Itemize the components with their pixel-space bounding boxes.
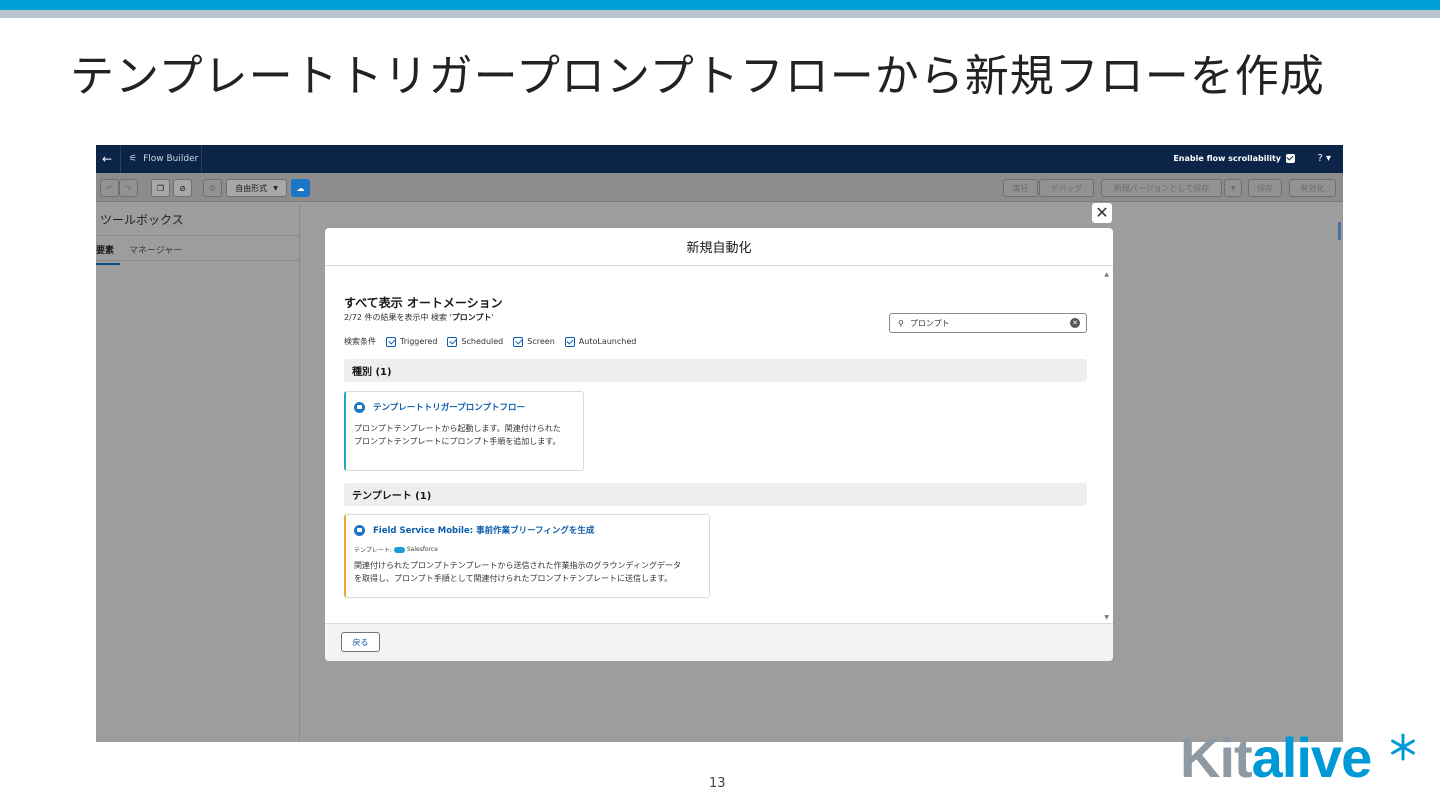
result-count: 2/72 件の結果を表示中 検索 'プロンプト': [344, 313, 494, 322]
logo-text: Kitalive: [1180, 726, 1372, 789]
scrollability-toggle[interactable]: Enable flow scrollability: [1173, 154, 1295, 163]
scrollability-checkbox[interactable]: [1286, 154, 1295, 163]
filter-row: 検索条件 Triggered Scheduled Screen AutoLaun…: [344, 336, 636, 347]
list-title: すべて表示 オートメーション: [344, 296, 503, 310]
disable-button[interactable]: ⊘: [173, 179, 192, 197]
copy-button[interactable]: ❐: [151, 179, 170, 197]
section-templates: テンプレート (1): [344, 483, 1087, 506]
app-header: ← ⚟ Flow Builder Enable flow scrollabili…: [96, 145, 1343, 173]
top-gray-band: [0, 10, 1440, 18]
run-button[interactable]: 実行: [1003, 179, 1038, 197]
new-automation-modal: 新規自動化 ▲ すべて表示 オートメーション 2/72 件の結果を表示中 検索 …: [325, 228, 1113, 661]
flow-type-icon: [354, 401, 365, 413]
toolbox-tabs: 要素 マネージャー: [96, 235, 300, 265]
settings-button[interactable]: ⚙: [203, 179, 222, 197]
back-button[interactable]: 戻る: [341, 632, 380, 652]
filter-autolaunched-checkbox[interactable]: [564, 336, 575, 347]
redo-button[interactable]: ↷: [119, 179, 138, 197]
back-arrow-icon[interactable]: ←: [102, 152, 112, 166]
canvas-view-button[interactable]: ☁: [291, 179, 310, 197]
help-icon[interactable]: ? ▾: [1317, 153, 1331, 164]
template-card-title[interactable]: Field Service Mobile: 事前作業ブリーフィングを生成: [354, 524, 594, 536]
undo-icon: ↶: [106, 183, 113, 193]
search-value: プロンプト: [909, 318, 950, 328]
type-card-title[interactable]: テンプレートトリガープロンプトフロー: [354, 401, 525, 413]
page-number: 13: [709, 776, 726, 791]
save-as-new-version-button[interactable]: 新規バージョンとして保存: [1101, 179, 1222, 197]
filter-screen-checkbox[interactable]: [513, 336, 524, 347]
type-card[interactable]: テンプレートトリガープロンプトフロー プロンプトテンプレートから起動します。関連…: [344, 391, 584, 471]
filter-scheduled-label: Scheduled: [461, 337, 504, 346]
toolbox-title: ツールボックス: [100, 213, 184, 227]
flow-icon: ⚟: [129, 154, 138, 164]
debug-button[interactable]: デバッグ: [1039, 179, 1094, 197]
template-card[interactable]: Field Service Mobile: 事前作業ブリーフィングを生成 テンプ…: [344, 514, 710, 598]
tab-manager[interactable]: マネージャー: [129, 243, 182, 256]
undo-button[interactable]: ↶: [100, 179, 119, 197]
template-source: テンプレート: Salesforce: [354, 546, 438, 554]
scrollability-label: Enable flow scrollability: [1173, 154, 1281, 163]
activate-button[interactable]: 有効化: [1289, 179, 1336, 197]
chevron-down-icon: ▼: [273, 184, 278, 192]
filter-label: 検索条件: [344, 337, 376, 346]
top-color-band: [0, 0, 1440, 10]
type-card-description: プロンプトテンプレートから起動します。関連付けられた プロンプトテンプレートにプ…: [354, 424, 561, 446]
toolbar: ↶ ↷ ❐ ⊘ ⚙ 自由形式 ▼ ☁ 実行 デバッグ 新規バージョンとして保存 …: [96, 173, 1343, 202]
filter-autolaunched-label: AutoLaunched: [578, 337, 637, 346]
scroll-up-icon[interactable]: ▲: [1104, 271, 1109, 278]
save-menu-button[interactable]: ▼: [1224, 179, 1242, 197]
clear-search-icon[interactable]: ✕: [1070, 318, 1080, 328]
app-tab[interactable]: ⚟ Flow Builder: [120, 145, 202, 173]
save-button[interactable]: 保存: [1248, 179, 1282, 197]
gear-icon: ⚙: [208, 183, 217, 193]
section-types: 種別 (1): [344, 359, 1087, 382]
search-input[interactable]: ⚲ プロンプト ✕: [889, 313, 1087, 333]
scroll-down-icon[interactable]: ▼: [1104, 614, 1109, 621]
copy-icon: ❐: [156, 183, 165, 193]
modal-header: 新規自動化: [325, 228, 1113, 266]
asterisk-icon: [1391, 733, 1415, 761]
slide-title: テンプレートトリガープロンプトフローから新規フローを作成: [70, 51, 1325, 102]
app-name: Flow Builder: [143, 154, 199, 164]
disable-icon: ⊘: [179, 183, 186, 193]
filter-triggered-label: Triggered: [400, 337, 438, 346]
modal-body: ▲ すべて表示 オートメーション 2/72 件の結果を表示中 検索 'プロンプト…: [325, 266, 1113, 623]
chevron-down-icon: ▼: [1230, 184, 1236, 192]
filter-screen-label: Screen: [527, 337, 555, 346]
result-query: プロンプト: [451, 313, 492, 322]
flow-builder-screenshot: ← ⚟ Flow Builder Enable flow scrollabili…: [96, 145, 1343, 742]
filter-triggered-checkbox[interactable]: [386, 336, 396, 347]
toolbox-panel: ツールボックス 要素 マネージャー: [96, 203, 300, 742]
template-card-description: 関連付けられたプロンプトテンプレートから送信された作業指示のグラウンディングデー…: [354, 561, 681, 583]
layout-mode-value: 自由形式: [235, 183, 268, 193]
search-icon: ⚲: [898, 318, 904, 328]
tab-elements[interactable]: 要素: [96, 243, 120, 265]
layout-mode-select[interactable]: 自由形式 ▼: [226, 179, 287, 197]
template-icon: [354, 524, 365, 536]
redo-icon: ↷: [125, 183, 132, 193]
canvas-scrollbar[interactable]: [1338, 222, 1341, 240]
salesforce-cloud-icon: [393, 546, 405, 553]
canvas-icon: ☁: [296, 183, 305, 193]
kitalive-logo: Kitalive: [1180, 728, 1425, 798]
filter-scheduled-checkbox[interactable]: [447, 336, 458, 347]
close-icon[interactable]: ✕: [1092, 203, 1112, 223]
modal-footer: 戻る: [325, 623, 1113, 661]
